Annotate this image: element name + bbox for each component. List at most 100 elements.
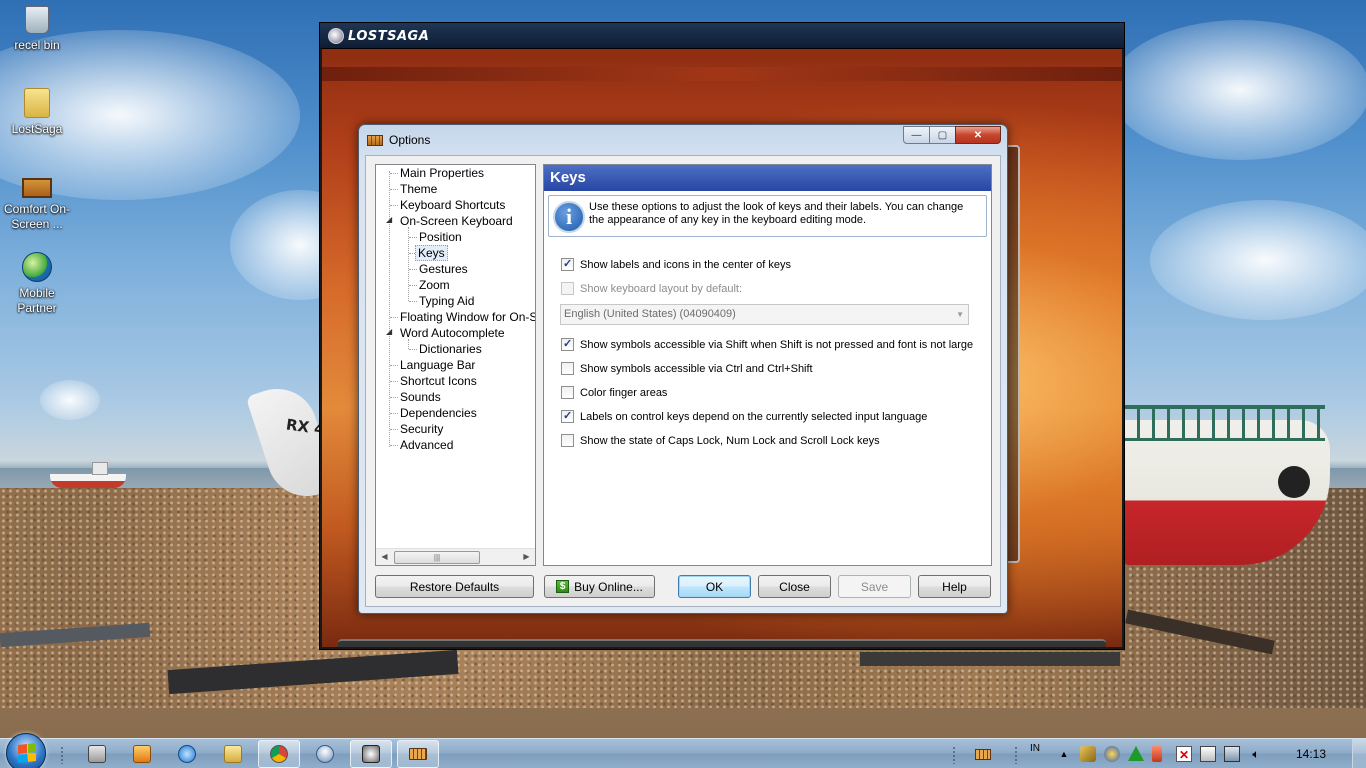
dialog-body: Main Properties Theme Keyboard Shortcuts… — [365, 155, 1001, 607]
lostsaga-logo-icon — [328, 28, 344, 44]
tree-item-label: Keyboard Shortcuts — [400, 198, 506, 212]
restore-defaults-button[interactable]: Restore Defaults — [375, 575, 534, 598]
collapse-arrow-icon[interactable]: ◢ — [386, 216, 394, 224]
taskbar-app-chrome[interactable] — [258, 740, 300, 768]
tree-item-word-autocomplete[interactable]: ◢ Word Autocomplete — [386, 325, 507, 341]
clock[interactable]: 14:13 — [1296, 747, 1326, 761]
start-button[interactable] — [6, 733, 46, 768]
taskbar-app-calculator[interactable] — [76, 740, 118, 768]
checkbox[interactable] — [561, 386, 574, 399]
device-tray-icon[interactable] — [1200, 746, 1216, 762]
options-dialog[interactable]: Options — ▢ ✕ Main Properties Theme Keyb… — [358, 124, 1008, 614]
checkbox[interactable] — [561, 434, 574, 447]
tree-item-advanced[interactable]: Advanced — [390, 437, 455, 453]
desktop-icon-recycle-bin[interactable]: recel bin — [0, 6, 74, 53]
option-label: Show symbols accessible via Ctrl and Ctr… — [580, 362, 813, 375]
tree-horizontal-scrollbar[interactable]: ◀ ||| ▶ — [376, 548, 535, 565]
options-tree[interactable]: Main Properties Theme Keyboard Shortcuts… — [375, 164, 536, 566]
close-button[interactable]: Close — [758, 575, 831, 598]
tree-connector — [409, 285, 417, 286]
option-show-labels-center[interactable]: Show labels and icons in the center of k… — [561, 257, 791, 272]
language-indicator[interactable]: IN — [1030, 743, 1040, 754]
ok-button[interactable]: OK — [678, 575, 751, 598]
taskbar-app-internet-explorer[interactable] — [166, 740, 208, 768]
scroll-right-icon[interactable]: ▶ — [518, 549, 535, 565]
taskbar-app-media-player[interactable] — [121, 740, 163, 768]
dollar-icon: $ — [556, 580, 570, 593]
tree-item-onscreen-keyboard[interactable]: ◢ On-Screen Keyboard — [386, 213, 515, 229]
tree-item-main-properties[interactable]: Main Properties — [390, 165, 486, 181]
desktop-icon-mobile-partner[interactable]: Mobile Partner — [0, 252, 74, 316]
desktop-icon-comfort-onscreen[interactable]: Comfort On-Screen ... — [0, 170, 74, 232]
save-button[interactable]: Save — [838, 575, 911, 598]
option-ctrl-symbols[interactable]: Show symbols accessible via Ctrl and Ctr… — [561, 361, 813, 376]
checkbox[interactable] — [561, 282, 574, 295]
desktop-icon-lostsaga[interactable]: LostSaga — [0, 88, 74, 137]
tree-item-shortcut-icons[interactable]: Shortcut Icons — [390, 373, 479, 389]
show-desktop-button[interactable] — [1352, 739, 1366, 768]
taskbar-grip[interactable] — [1014, 746, 1018, 764]
triangle-tray-icon[interactable] — [1128, 746, 1144, 761]
panel-heading: Keys — [544, 165, 991, 191]
media-player-icon — [133, 745, 151, 763]
tree-item-security[interactable]: Security — [390, 421, 445, 437]
desktop-icon-label: recel bin — [14, 38, 60, 52]
taskbar-app-onscreen-keyboard[interactable] — [397, 740, 439, 768]
volume-icon[interactable]: 🔈︎ — [1248, 746, 1264, 762]
scroll-left-icon[interactable]: ◀ — [376, 549, 393, 565]
taskbar-grip[interactable] — [60, 746, 64, 764]
tree-item-theme[interactable]: Theme — [390, 181, 439, 197]
user-icon — [316, 745, 334, 763]
flag-error-icon[interactable]: ✕ — [1176, 746, 1192, 762]
tree-item-position[interactable]: Position — [409, 229, 464, 245]
show-hidden-icons-icon[interactable]: ▲ — [1056, 746, 1072, 762]
checkbox[interactable] — [561, 337, 574, 351]
dialog-titlebar[interactable]: Options — [367, 131, 430, 149]
option-show-layout-default[interactable]: Show keyboard layout by default: — [561, 281, 742, 296]
monitor-tray-icon[interactable] — [1224, 746, 1240, 762]
tree-item-label: Dependencies — [400, 406, 477, 420]
dialog-title: Options — [389, 133, 431, 147]
taskbar-app-explorer[interactable] — [212, 740, 254, 768]
help-button[interactable]: Help — [918, 575, 991, 598]
cloud — [1110, 20, 1366, 160]
right-boat-rail — [1125, 405, 1325, 441]
buy-online-button[interactable]: $ Buy Online... — [544, 575, 655, 598]
collapse-arrow-icon[interactable]: ◢ — [386, 328, 394, 336]
lostsaga-titlebar[interactable]: LOSTSAGA — [320, 23, 1124, 49]
taskbar-app-user[interactable] — [304, 740, 346, 768]
scrollbar-thumb[interactable]: ||| — [394, 551, 480, 564]
tree-connector — [390, 189, 398, 190]
option-color-finger-areas[interactable]: Color finger areas — [561, 385, 667, 400]
option-shift-symbols[interactable]: Show symbols accessible via Shift when S… — [561, 337, 973, 352]
keyboard-layout-select[interactable]: English (United States) (04090409) ▼ — [560, 304, 969, 325]
option-lock-key-state[interactable]: Show the state of Caps Lock, Num Lock an… — [561, 433, 880, 448]
tree-item-keys[interactable]: Keys — [409, 245, 448, 261]
maximize-button[interactable]: ▢ — [929, 126, 956, 144]
tree-item-dependencies[interactable]: Dependencies — [390, 405, 479, 421]
taskbar-grip[interactable] — [952, 746, 956, 764]
checkbox[interactable] — [561, 257, 574, 271]
checkbox[interactable] — [561, 362, 574, 375]
tree-item-floating-window[interactable]: Floating Window for On-Scre — [390, 309, 535, 325]
tree-item-gestures[interactable]: Gestures — [409, 261, 470, 277]
tree-item-language-bar[interactable]: Language Bar — [390, 357, 477, 373]
checkbox[interactable] — [561, 409, 574, 423]
taskbar-app-lostsaga[interactable] — [350, 740, 392, 768]
tree-item-zoom[interactable]: Zoom — [409, 277, 452, 293]
tree-connector — [390, 317, 398, 318]
tree-item-label: Dictionaries — [419, 342, 482, 356]
tree-item-label: Gestures — [419, 262, 468, 276]
keyboard-tray-icon[interactable] — [975, 749, 991, 760]
tree-item-dictionaries[interactable]: Dictionaries — [409, 341, 484, 357]
option-control-key-labels[interactable]: Labels on control keys depend on the cur… — [561, 409, 927, 424]
speaker-tray-icon[interactable] — [1152, 746, 1162, 762]
tree-item-keyboard-shortcuts[interactable]: Keyboard Shortcuts — [390, 197, 507, 213]
pen-tray-icon[interactable] — [1080, 746, 1096, 762]
tree-item-label: Zoom — [419, 278, 450, 292]
tree-item-typing-aid[interactable]: Typing Aid — [409, 293, 476, 309]
network-tray-icon[interactable] — [1104, 746, 1120, 762]
minimize-button[interactable]: — — [903, 126, 930, 144]
tree-item-sounds[interactable]: Sounds — [390, 389, 443, 405]
close-window-button[interactable]: ✕ — [955, 126, 1001, 144]
